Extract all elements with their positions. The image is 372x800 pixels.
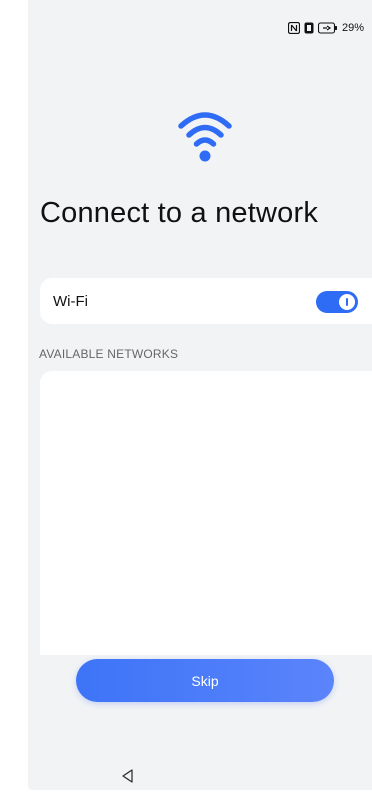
toggle-knob — [339, 294, 355, 310]
page-title: Connect to a network — [40, 197, 319, 229]
setup-screen: 29% Connect to a network Wi-Fi AVAILABLE… — [28, 0, 372, 790]
battery-percentage: 29% — [341, 22, 364, 34]
vibrate-icon — [304, 22, 314, 34]
wifi-toggle-switch[interactable] — [316, 291, 358, 313]
wifi-icon — [176, 106, 234, 164]
wifi-toggle-row[interactable]: Wi-Fi — [40, 278, 372, 324]
battery-charging-icon — [317, 22, 338, 34]
back-triangle-icon[interactable] — [120, 768, 136, 784]
skip-button[interactable]: Skip — [76, 659, 334, 702]
status-bar: 29% — [287, 22, 364, 34]
networks-list — [40, 371, 372, 655]
available-networks-header: AVAILABLE NETWORKS — [39, 347, 179, 361]
wifi-label: Wi-Fi — [53, 292, 88, 310]
nfc-icon — [287, 22, 300, 34]
